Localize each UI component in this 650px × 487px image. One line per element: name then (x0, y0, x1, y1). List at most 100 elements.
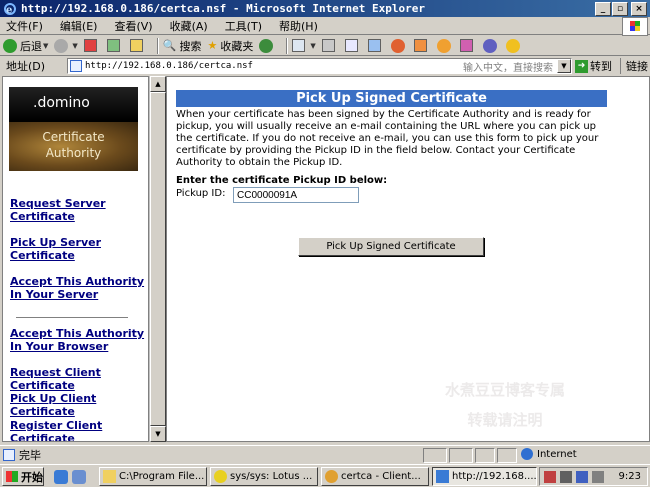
forward-arrow-icon (54, 38, 69, 53)
close-button[interactable]: × (631, 2, 647, 16)
edit-button[interactable] (344, 39, 362, 52)
print-button[interactable] (321, 39, 339, 52)
links-button[interactable]: 链接 (620, 58, 648, 74)
pickup-submit-button[interactable]: Pick Up Signed Certificate (298, 237, 484, 256)
address-input[interactable]: http://192.168.0.186/certca.nsf 输入中文，直接搜… (67, 58, 572, 74)
nav-request-server-certificate[interactable]: Request Server Certificate (10, 197, 145, 223)
title-bar: e http://192.168.0.186/certca.nsf - Micr… (0, 0, 650, 17)
stop-button[interactable] (83, 39, 101, 52)
navigation-scrollbar[interactable]: ▲ ▼ (149, 76, 166, 442)
toolbar-separator (156, 37, 159, 54)
scroll-down-icon[interactable]: ▼ (150, 426, 166, 442)
page-icon (70, 60, 82, 72)
search-label: 搜索 (179, 39, 202, 53)
smiley-button[interactable] (505, 38, 523, 53)
security-zone: Internet (521, 448, 577, 460)
logo-line-1: Certificate (42, 130, 105, 144)
address-url: http://192.168.0.186/certca.nsf (85, 61, 253, 71)
start-label: 开始 (21, 470, 43, 484)
network-icon[interactable] (560, 471, 572, 483)
pickup-prompt: Enter the certificate Pickup ID below: (176, 175, 388, 186)
menu-help[interactable]: 帮助(H) (279, 18, 318, 34)
navigation-frame: .domino Certificate Authority Request Se… (2, 76, 149, 442)
menu-favorites[interactable]: 收藏(A) (170, 18, 208, 34)
nav-divider (16, 317, 128, 319)
home-icon (129, 39, 143, 52)
address-bar: 地址(D) http://192.168.0.186/certca.nsf 输入… (0, 57, 650, 75)
task-program-files[interactable]: C:\Program File... (99, 467, 207, 486)
refresh-button[interactable] (106, 39, 124, 52)
dropdown-arrow-icon: ▼ (310, 41, 316, 50)
system-tray: 9:23 (539, 467, 648, 486)
windows-logo-icon (622, 17, 648, 36)
menu-edit[interactable]: 编辑(E) (60, 18, 98, 34)
favorites-button[interactable]: ★ 收藏夹 (207, 38, 253, 54)
menu-bar: 文件(F) 编辑(E) 查看(V) 收藏(A) 工具(T) 帮助(H) (0, 17, 650, 35)
menu-tools[interactable]: 工具(T) (225, 18, 262, 34)
status-cell (475, 448, 495, 463)
watermark-line-1: 水煮豆豆博客专属 (444, 381, 565, 399)
ie-icon: e (4, 2, 16, 16)
forward-button[interactable]: ▼ (54, 38, 78, 53)
dropdown-arrow-icon: ▼ (43, 41, 49, 50)
menu-file[interactable]: 文件(F) (6, 18, 43, 34)
volume-icon[interactable] (576, 471, 588, 483)
logo-caption: Certificate Authority (9, 122, 138, 171)
home-button[interactable] (129, 39, 147, 52)
pickup-id-input[interactable] (233, 187, 359, 203)
window-controls: _ ▫ × (594, 2, 647, 16)
tray-icon[interactable] (544, 471, 556, 483)
go-button[interactable]: ➜ 转到 (575, 58, 612, 74)
scroll-up-icon[interactable]: ▲ (150, 76, 166, 92)
lotus-icon (214, 470, 227, 483)
dropdown-arrow-icon: ▼ (72, 41, 78, 50)
taskbar: 开始 C:\Program File... sys/sys: Lotus ...… (0, 464, 650, 487)
content-frame: Pick Up Signed Certificate When your cer… (166, 76, 650, 442)
quicklaunch-ie-icon[interactable] (54, 470, 68, 484)
start-button[interactable]: 开始 (2, 467, 44, 486)
ie-icon (436, 470, 449, 483)
history-icon (259, 38, 274, 53)
quicklaunch-outlook-icon[interactable] (72, 470, 86, 484)
task-ie-active[interactable]: http://192.168.... (432, 467, 537, 486)
star-icon: ★ (207, 39, 218, 52)
back-label: 后退 (20, 39, 42, 53)
nav-pickup-client-certificate[interactable]: Pick Up Client Certificate (10, 392, 145, 418)
nav-request-client-certificate[interactable]: Request Client Certificate (10, 366, 145, 392)
refresh-icon (106, 39, 120, 52)
maximize-button[interactable]: ▫ (612, 2, 628, 16)
task-lotus[interactable]: sys/sys: Lotus ... (210, 467, 318, 486)
back-arrow-icon (3, 38, 17, 53)
tool-button[interactable] (413, 39, 431, 52)
domino-ca-logo: .domino Certificate Authority (9, 87, 138, 171)
page-done-icon (3, 449, 15, 461)
search-button[interactable]: 🔍 搜索 (163, 38, 202, 54)
clock-button[interactable] (436, 38, 454, 53)
favorites-label: 收藏夹 (220, 39, 254, 53)
tray-icon[interactable] (592, 471, 604, 483)
status-bar: 完毕 Internet (0, 445, 650, 464)
discuss-icon (367, 39, 381, 52)
minimize-button[interactable]: _ (595, 2, 611, 16)
discuss-button[interactable] (367, 39, 385, 52)
task-certca-client[interactable]: certca - Client... (321, 467, 429, 486)
nav-pickup-server-certificate[interactable]: Pick Up Server Certificate (10, 236, 145, 262)
status-text: 完毕 (19, 449, 41, 462)
history-button[interactable] (259, 38, 276, 53)
clock[interactable]: 9:23 (619, 471, 641, 482)
svg-text:e: e (6, 5, 12, 16)
plugin-button[interactable] (459, 39, 477, 52)
research-button[interactable] (482, 38, 500, 53)
menu-view[interactable]: 查看(V) (114, 18, 152, 34)
nav-register-client-certificate[interactable]: Register Client Certificate (10, 419, 145, 441)
scroll-thumb[interactable] (150, 92, 166, 426)
messenger-button[interactable] (390, 38, 408, 53)
address-dropdown-icon[interactable]: ▼ (557, 59, 571, 73)
nav-accept-authority-server[interactable]: Accept This Authority In Your Server (10, 275, 145, 301)
nav-accept-authority-browser[interactable]: Accept This Authority In Your Browser (10, 327, 145, 353)
mail-button[interactable]: ▼ (292, 39, 316, 52)
back-button[interactable]: 后退 ▼ (3, 38, 48, 54)
pickup-id-label: Pickup ID: (176, 188, 226, 199)
edit-icon (344, 39, 358, 52)
instructions-text: When your certificate has been signed by… (176, 109, 599, 168)
